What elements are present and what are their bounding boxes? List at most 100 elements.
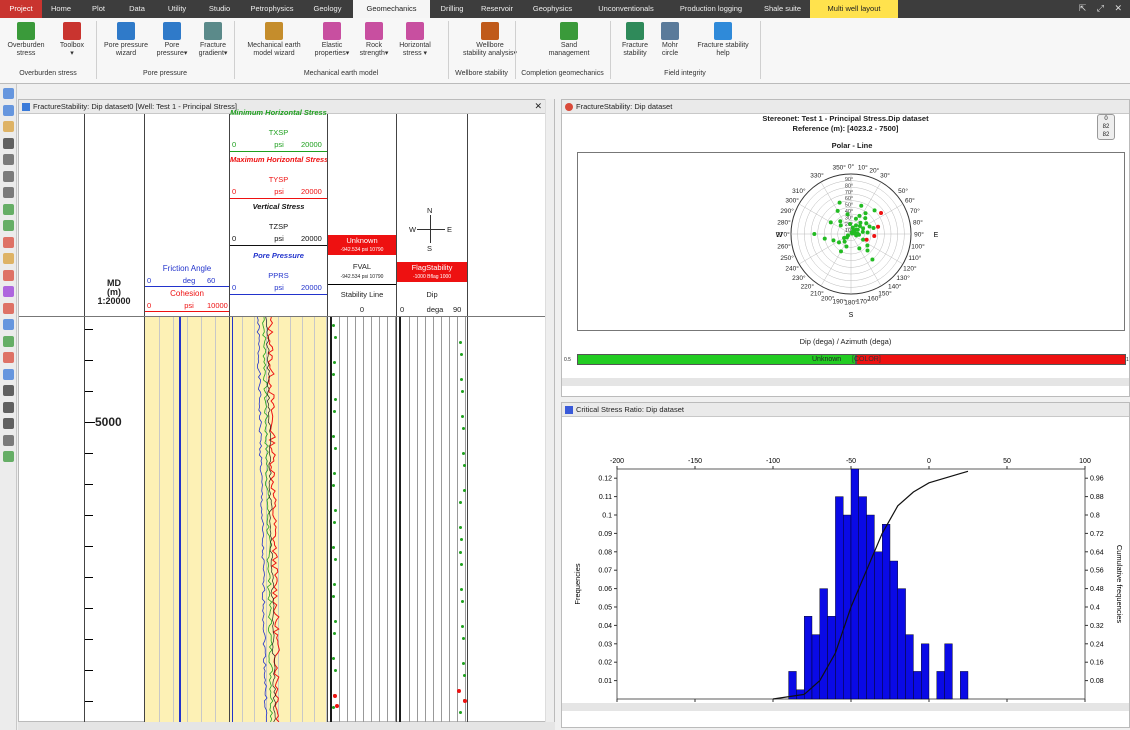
ribbon-button-icon	[204, 22, 222, 40]
toolbar-tool-icon[interactable]	[3, 319, 14, 330]
ribbon-button-icon	[117, 22, 135, 40]
stereonet-point	[860, 229, 865, 234]
toolbar-tool-icon[interactable]	[3, 368, 14, 380]
close-icon[interactable]: ✕	[534, 101, 542, 112]
toolbar-tool-icon[interactable]	[3, 220, 14, 231]
ribbon-button[interactable]: Fracture stability help	[688, 22, 758, 58]
toolbar-tool-icon[interactable]	[3, 187, 14, 198]
menu-tab[interactable]: Shale suite	[755, 0, 810, 18]
menu-tab[interactable]: Plot	[80, 0, 117, 18]
toolbar-tool-icon[interactable]	[3, 236, 14, 248]
grid-line	[339, 317, 340, 722]
azimuth-label: 290°	[780, 207, 794, 215]
ribbon-button[interactable]: Toolbox ▾	[52, 22, 92, 58]
ribbon-button[interactable]: Sand management	[545, 22, 593, 58]
menu-tab[interactable]: Unconventionals	[585, 0, 667, 18]
menu-tab[interactable]: Production logging	[667, 0, 755, 18]
stereonet-point	[863, 211, 868, 216]
azimuth-label: 160°	[868, 294, 882, 302]
ribbon-button[interactable]: Mohr circle	[653, 22, 687, 58]
ribbon-button[interactable]: Mechanical earth model wizard	[238, 22, 310, 58]
menu-tab[interactable]: Multi well layout	[810, 0, 898, 18]
ribbon-button[interactable]: Rock strength▾	[356, 22, 392, 58]
zoom-widget[interactable]: 0 82 82	[1097, 114, 1115, 140]
curve-title: Pore Pressure	[253, 251, 304, 260]
vertical-scrollbar[interactable]	[545, 99, 554, 722]
toolbar-tool-icon[interactable]	[3, 203, 14, 215]
menu-tab[interactable]: Home	[42, 0, 80, 18]
ribbon-button[interactable]: Horizontal stress ▾	[393, 22, 437, 58]
toolbar-tool-icon[interactable]	[3, 418, 14, 429]
menu-tab[interactable]: Studio	[197, 0, 242, 18]
menu-tab[interactable]: Project	[0, 0, 42, 18]
toolbar-tool-icon[interactable]	[3, 352, 14, 363]
horizontal-scrollbar[interactable]	[18, 722, 555, 730]
ribbon-button[interactable]: Pore pressure wizard	[100, 22, 152, 58]
histogram-chart[interactable]: -200-200-150-150-100-100-50-500050501001…	[562, 455, 1129, 715]
menu-tab[interactable]: Utility	[157, 0, 197, 18]
stereonet-plot[interactable]: 350° 0° 10° 330° 20° 310° 30° 300° 50° 290° 60° 280…	[577, 152, 1125, 331]
toolbar-tool-icon[interactable]	[3, 121, 14, 132]
flag-range: -1000 Bflag 1000	[397, 273, 467, 282]
ribbon-button[interactable]: Fracture stability	[617, 22, 653, 58]
toolbar-tool-icon[interactable]	[3, 335, 14, 347]
dip-marker	[463, 699, 467, 703]
grid-line	[425, 317, 426, 722]
curve-name: Friction Angle	[162, 264, 212, 273]
ribbon-button-label: Overburden	[7, 42, 45, 49]
toolbar-tool-icon[interactable]	[3, 269, 14, 281]
ribbon-button[interactable]: Overburden stress	[4, 22, 48, 58]
dip-marker	[335, 704, 339, 708]
menu-tab[interactable]: Petrophysics	[242, 0, 302, 18]
stereonet-point	[861, 237, 866, 242]
toolbar-tool-icon[interactable]	[3, 302, 14, 314]
dip-marker	[463, 489, 466, 492]
toolbar-tool-icon[interactable]	[3, 434, 14, 446]
horizontal-scrollbar[interactable]	[562, 703, 1129, 711]
dip-marker	[333, 694, 337, 698]
toolbar-tool-icon[interactable]	[3, 253, 14, 264]
ribbon-button[interactable]: Fracture gradient▾	[193, 22, 233, 58]
dip-label: 50°	[845, 203, 853, 209]
y2-tick-label: 0.32	[1090, 623, 1104, 630]
stereonet-point	[854, 223, 858, 228]
toolbar-tool-icon[interactable]	[3, 137, 14, 149]
grid-line	[409, 317, 410, 722]
ribbon-button[interactable]: Elastic properties▾	[312, 22, 352, 58]
histogram-panel-title[interactable]: Critical Stress Ratio: Dip dataset	[562, 403, 1129, 417]
toolbar-tool-icon[interactable]	[3, 385, 14, 396]
azimuth-label: 20°	[869, 167, 879, 175]
toolbar-tool-icon[interactable]	[3, 88, 14, 99]
histogram-panel-title-text: Critical Stress Ratio: Dip dataset	[576, 405, 684, 414]
grid-line	[159, 317, 160, 722]
toolbar-tool-icon[interactable]	[3, 170, 14, 182]
ribbon-button[interactable]: Wellbore stability analysis▾	[460, 22, 520, 58]
menu-tab[interactable]: Geomechanics	[353, 0, 430, 18]
toolbar-tool-icon[interactable]	[3, 286, 14, 297]
menu-tab[interactable]: Data	[117, 0, 157, 18]
menu-tab[interactable]: Geology	[302, 0, 353, 18]
stereonet-point	[861, 226, 866, 231]
menu-tab[interactable]: Reservoir	[474, 0, 520, 18]
ribbon-button[interactable]: Pore pressure▾	[155, 22, 189, 58]
toolbar-tool-icon[interactable]	[3, 154, 14, 165]
stereonet-point	[865, 248, 870, 253]
menu-tab[interactable]: Geophysics	[520, 0, 585, 18]
window-controls[interactable]: ⇱ ⤢ ✕	[1079, 3, 1126, 14]
flag-stability-box: FlagStability	[397, 262, 467, 273]
ribbon: Overburden stress Toolbox ▾ Pore pressure wiz…	[0, 18, 1130, 84]
stereonet-panel-title[interactable]: FractureStability: Dip dataset	[562, 100, 1129, 114]
menu-tab[interactable]: Drilling	[430, 0, 474, 18]
grid-line	[215, 317, 216, 722]
toolbar-tool-icon[interactable]	[3, 451, 14, 462]
ribbon-button-label: pressure▾	[156, 50, 188, 57]
grid-line	[347, 317, 348, 722]
fval-label: FVAL	[352, 262, 372, 271]
horizontal-scrollbar[interactable]	[562, 378, 1129, 386]
ribbon-button-label: ▾	[70, 50, 74, 57]
stability-marker	[334, 447, 337, 450]
toolbar-tool-icon[interactable]	[3, 401, 14, 413]
dip-marker	[462, 452, 465, 455]
toolbar-tool-icon[interactable]	[3, 104, 14, 116]
curve-scale-line	[230, 294, 327, 295]
